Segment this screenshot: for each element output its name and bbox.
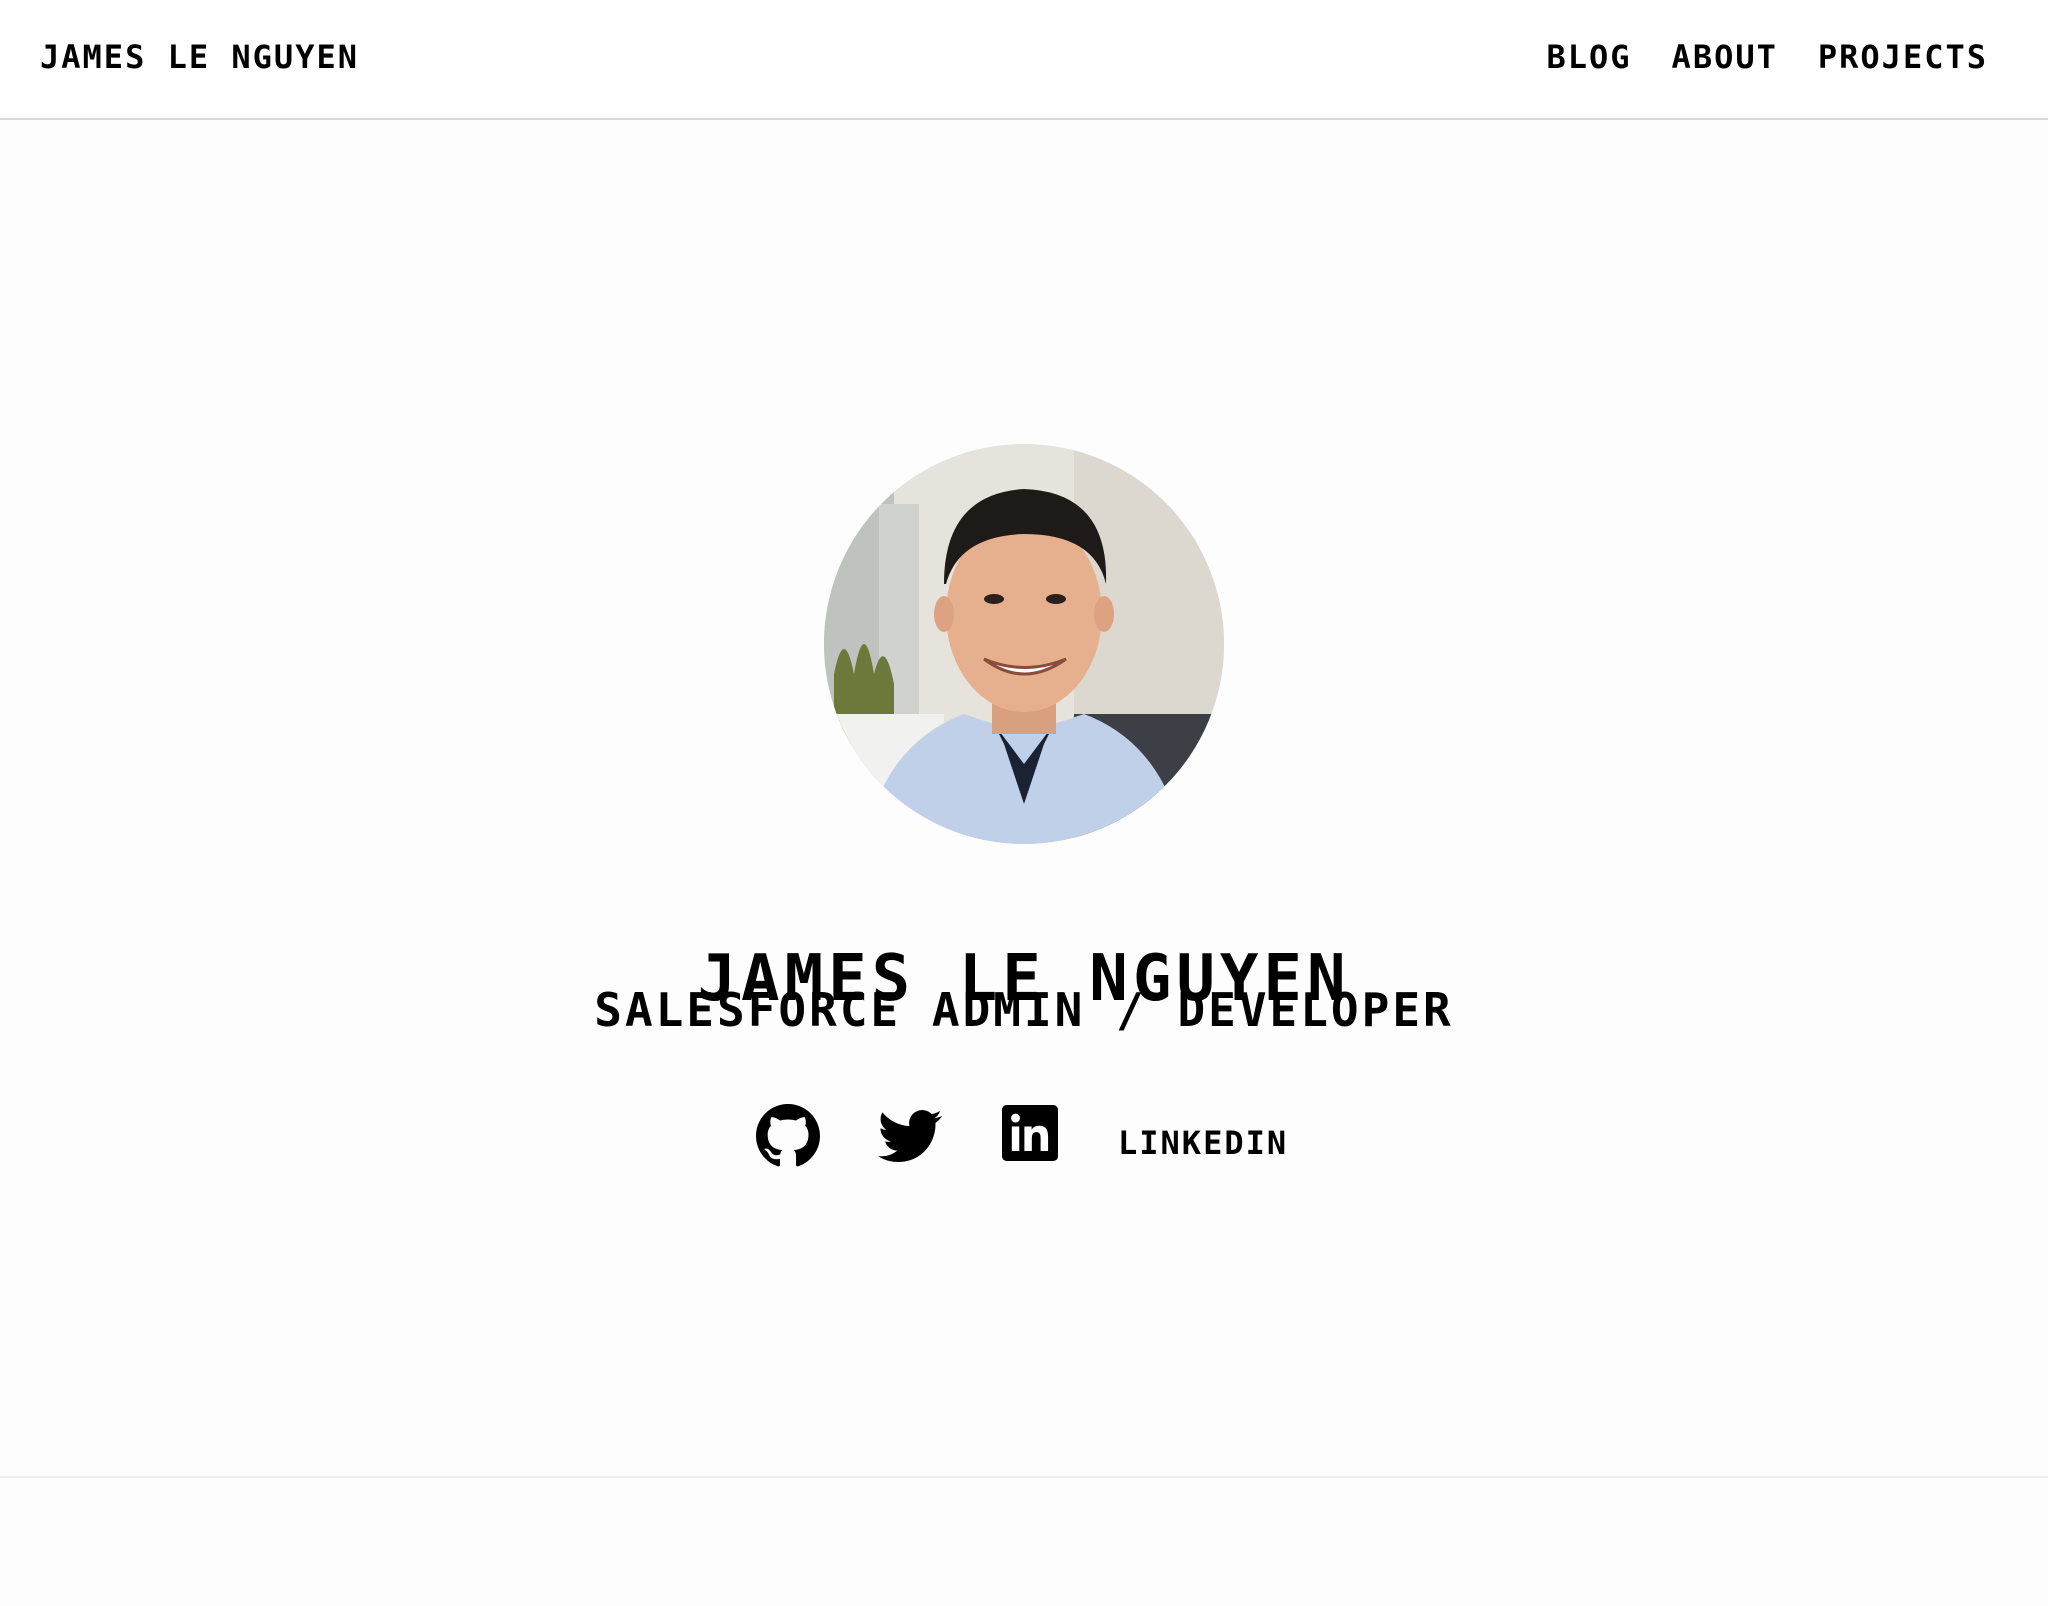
profile-photo — [824, 444, 1224, 844]
social-links: LINKEDIN — [0, 1104, 2048, 1184]
nav-blog-link[interactable]: BLOG — [1546, 38, 1631, 76]
profile-avatar — [824, 444, 1224, 844]
twitter-icon[interactable] — [878, 1104, 942, 1168]
github-icon — [756, 1104, 820, 1167]
top-navbar: JAMES LE NGUYEN BLOG ABOUT PROJECTS — [0, 0, 2048, 120]
main-nav: BLOG ABOUT PROJECTS — [1546, 38, 1988, 76]
nav-about-link[interactable]: ABOUT — [1672, 38, 1778, 76]
hero-section: JAMES LE NGUYEN SALESFORCE ADMIN / DEVEL… — [0, 120, 2048, 1476]
linkedin-link[interactable]: LINKEDIN — [1118, 1124, 1288, 1162]
footer-divider — [0, 1476, 2048, 1478]
site-brand-link[interactable]: JAMES LE NGUYEN — [40, 38, 359, 76]
github-icon[interactable] — [756, 1104, 820, 1168]
twitter-icon — [878, 1110, 942, 1162]
profile-role: SALESFORCE ADMIN / DEVELOPER — [594, 983, 1454, 1037]
nav-projects-link[interactable]: PROJECTS — [1818, 38, 1988, 76]
linkedin-icon — [1002, 1105, 1058, 1161]
linkedin-icon[interactable] — [1002, 1104, 1058, 1162]
